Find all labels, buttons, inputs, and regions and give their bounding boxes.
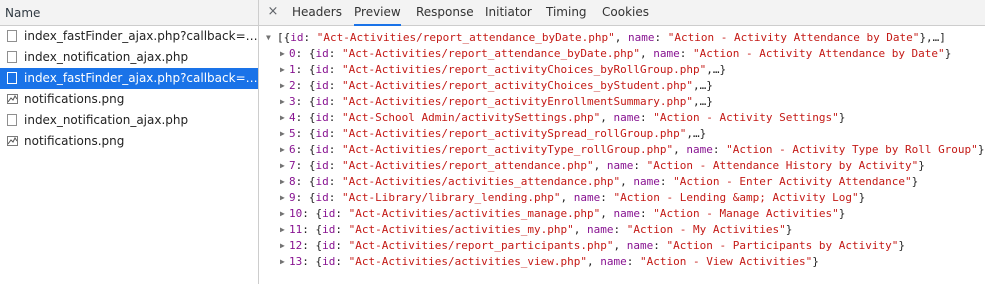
request-list: index_fastFinder_ajax.php?callback=jQuer… (0, 26, 258, 152)
detail-tab-bar: × Headers Preview Response Initiator Timing C… (259, 0, 985, 26)
preview-item-text: {id: "Act-Activities/report_activityChoi… (308, 79, 713, 92)
document-file-icon (7, 30, 17, 42)
expand-triangle-icon[interactable]: ▶ (280, 62, 285, 78)
preview-root-line[interactable]: ▼ [{id: "Act-Activities/report_attendance… (259, 30, 985, 46)
preview-item-index: 3 (289, 95, 296, 108)
preview-item-line[interactable]: ▶ 7: {id: "Act-Activities/report_attendan… (259, 158, 985, 174)
preview-item-index: 8 (289, 175, 296, 188)
collapse-triangle-icon[interactable]: ▼ (266, 30, 271, 46)
tab-timing[interactable]: Timing (546, 0, 587, 25)
preview-item-index: 6 (289, 143, 296, 156)
name-column-header[interactable]: Name (0, 0, 258, 26)
preview-item-index: 10 (289, 207, 303, 220)
preview-item-line[interactable]: ▶ 6: {id: "Act-Activities/report_activity… (259, 142, 985, 158)
expand-triangle-icon[interactable]: ▶ (280, 190, 285, 206)
preview-item-index: 4 (289, 111, 296, 124)
preview-item-text: {id: "Act-Activities/activities_my.php",… (315, 223, 793, 236)
preview-item-text: {id: "Act-Activities/report_activityEnro… (308, 95, 713, 108)
preview-item-line[interactable]: ▶ 9: {id: "Act-Library/library_lending.ph… (259, 190, 985, 206)
request-name: index_notification_ajax.php (24, 113, 189, 127)
preview-item-line[interactable]: ▶ 0: {id: "Act-Activities/report_attendan… (259, 46, 985, 62)
preview-item-line[interactable]: ▶ 1: {id: "Act-Activities/report_activity… (259, 62, 985, 78)
document-file-icon (7, 51, 17, 63)
expand-triangle-icon[interactable]: ▶ (280, 142, 285, 158)
request-name: index_fastFinder_ajax.php?callback=jQuer… (24, 29, 258, 43)
tab-cookies[interactable]: Cookies (602, 0, 649, 25)
expand-triangle-icon[interactable]: ▶ (280, 222, 285, 238)
expand-triangle-icon[interactable]: ▶ (280, 110, 285, 126)
detail-panel: × Headers Preview Response Initiator Timing C… (259, 0, 985, 284)
expand-triangle-icon[interactable]: ▶ (280, 254, 285, 270)
expand-triangle-icon[interactable]: ▶ (280, 46, 285, 62)
preview-item-text: {id: "Act-School Admin/activitySettings.… (308, 111, 846, 124)
preview-item-index: 7 (289, 159, 296, 172)
preview-item-line[interactable]: ▶ 12: {id: "Act-Activities/report_partici… (259, 238, 985, 254)
request-row[interactable]: notifications.png (0, 89, 258, 110)
request-name: index_fastFinder_ajax.php?callback=jQuer… (24, 71, 258, 85)
preview-item-text: {id: "Act-Activities/report_attendance_b… (308, 47, 952, 60)
request-name: index_notification_ajax.php (24, 50, 189, 64)
request-name: notifications.png (24, 134, 125, 148)
expand-triangle-icon[interactable]: ▶ (280, 78, 285, 94)
request-row[interactable]: notifications.png (0, 131, 258, 152)
preview-item-text: {id: "Act-Activities/activities_view.php… (315, 255, 819, 268)
preview-item-text: {id: "Act-Library/library_lending.php", … (308, 191, 866, 204)
preview-item-text: {id: "Act-Activities/report_activityType… (308, 143, 985, 156)
tab-initiator[interactable]: Initiator (485, 0, 532, 25)
preview-item-line[interactable]: ▶ 11: {id: "Act-Activities/activities_my.… (259, 222, 985, 238)
request-name: notifications.png (24, 92, 125, 106)
preview-item-line[interactable]: ▶ 3: {id: "Act-Activities/report_activity… (259, 94, 985, 110)
preview-item-index: 9 (289, 191, 296, 204)
image-file-icon (7, 94, 18, 104)
preview-item-line[interactable]: ▶ 2: {id: "Act-Activities/report_activity… (259, 78, 985, 94)
request-row[interactable]: index_notification_ajax.php (0, 47, 258, 68)
preview-item-line[interactable]: ▶ 5: {id: "Act-Activities/report_activity… (259, 126, 985, 142)
preview-item-text: {id: "Act-Activities/report_participants… (315, 239, 905, 252)
preview-item-index: 1 (289, 63, 296, 76)
expand-triangle-icon[interactable]: ▶ (280, 238, 285, 254)
preview-item-index: 11 (289, 223, 303, 236)
expand-triangle-icon[interactable]: ▶ (280, 126, 285, 142)
request-list-panel: Name index_fastFinder_ajax.php?callback=… (0, 0, 259, 284)
preview-root-text: [{id: "Act-Activities/report_attendance_… (277, 31, 946, 44)
preview-item-line[interactable]: ▶ 10: {id: "Act-Activities/activities_man… (259, 206, 985, 222)
preview-item-line[interactable]: ▶ 13: {id: "Act-Activities/activities_vie… (259, 254, 985, 270)
preview-item-index: 12 (289, 239, 303, 252)
expand-triangle-icon[interactable]: ▶ (280, 94, 285, 110)
expand-triangle-icon[interactable]: ▶ (280, 158, 285, 174)
preview-item-text: {id: "Act-Activities/activities_manage.p… (315, 207, 846, 220)
image-file-icon (7, 136, 18, 146)
tab-headers[interactable]: Headers (292, 0, 342, 25)
expand-triangle-icon[interactable]: ▶ (280, 174, 285, 190)
preview-item-text: {id: "Act-Activities/report_attendance.p… (308, 159, 925, 172)
preview-item-index: 0 (289, 47, 296, 60)
tab-response[interactable]: Response (416, 0, 474, 25)
request-row[interactable]: index_fastFinder_ajax.php?callback=jQuer… (0, 68, 258, 89)
preview-item-index: 13 (289, 255, 303, 268)
request-row[interactable]: index_fastFinder_ajax.php?callback=jQuer… (0, 26, 258, 47)
preview-item-line[interactable]: ▶ 4: {id: "Act-School Admin/activitySetti… (259, 110, 985, 126)
expand-triangle-icon[interactable]: ▶ (280, 206, 285, 222)
request-row[interactable]: index_notification_ajax.php (0, 110, 258, 131)
preview-item-index: 2 (289, 79, 296, 92)
tab-preview[interactable]: Preview (354, 0, 401, 26)
document-file-icon (7, 72, 17, 84)
document-file-icon (7, 114, 17, 126)
preview-item-line[interactable]: ▶ 8: {id: "Act-Activities/activities_atte… (259, 174, 985, 190)
preview-tree: ▼ [{id: "Act-Activities/report_attendance… (259, 26, 985, 270)
preview-item-text: {id: "Act-Activities/report_activitySpre… (308, 127, 707, 140)
close-icon[interactable]: × (266, 4, 280, 20)
preview-item-text: {id: "Act-Activities/activities_attendan… (308, 175, 919, 188)
preview-item-text: {id: "Act-Activities/report_activityChoi… (308, 63, 727, 76)
preview-item-index: 5 (289, 127, 296, 140)
